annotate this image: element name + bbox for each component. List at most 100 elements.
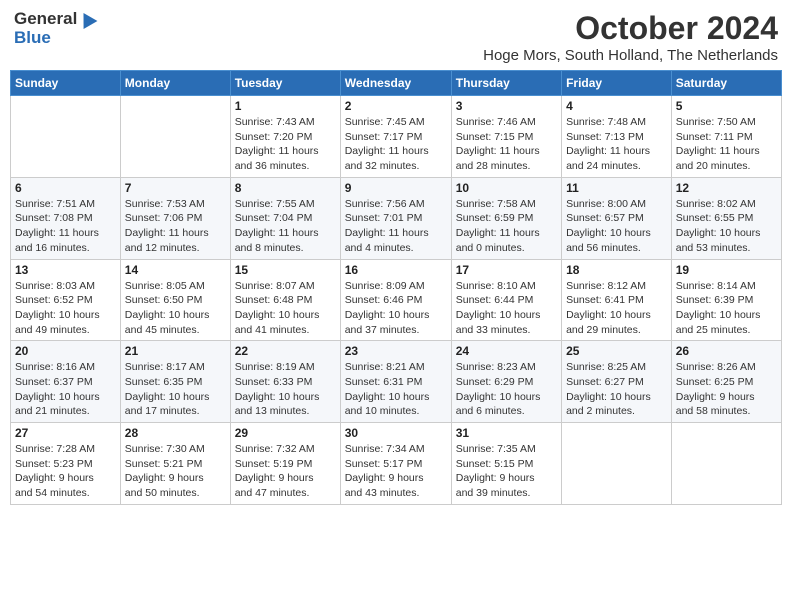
page-header: General Blue October 2024 Hoge Mors, Sou… — [10, 10, 782, 64]
day-info: Sunrise: 8:12 AM Sunset: 6:41 PM Dayligh… — [566, 279, 667, 338]
day-number: 11 — [566, 181, 667, 195]
calendar-cell: 28Sunrise: 7:30 AM Sunset: 5:21 PM Dayli… — [120, 423, 230, 505]
calendar-cell: 19 Sunrise: 8:14 AM Sunset: 6:39 PM Dayli… — [671, 259, 781, 341]
calendar-cell: 31 Sunrise: 7:35 AM Sunset: 5:15 PM Dayli… — [451, 423, 561, 505]
calendar-week-row-3: 13 Sunrise: 8:03 AM Sunset: 6:52 PM Dayli… — [11, 259, 782, 341]
calendar-cell: 12 Sunrise: 8:02 AM Sunset: 6:55 PM Dayli… — [671, 177, 781, 259]
day-number: 4 — [566, 99, 667, 113]
logo: General Blue — [14, 10, 95, 47]
day-number: 8 — [235, 181, 336, 195]
weekday-header-saturday: Saturday — [671, 71, 781, 96]
day-info: Sunrise: 8:16 AM Sunset: 6:37 PM Dayligh… — [15, 360, 116, 419]
calendar-cell: 29 Sunrise: 7:32 AM Sunset: 5:19 PM Dayli… — [230, 423, 340, 505]
calendar-week-row-1: 1Sunrise: 7:43 AM Sunset: 7:20 PM Daylig… — [11, 96, 782, 178]
calendar-cell: 7 Sunrise: 7:53 AM Sunset: 7:06 PM Daylig… — [120, 177, 230, 259]
day-info: Sunrise: 8:07 AM Sunset: 6:48 PM Dayligh… — [235, 279, 336, 338]
day-info: Sunrise: 7:48 AM Sunset: 7:13 PM Dayligh… — [566, 115, 667, 174]
day-info: Sunrise: 7:46 AM Sunset: 7:15 PM Dayligh… — [456, 115, 557, 174]
day-info: Sunrise: 8:05 AM Sunset: 6:50 PM Dayligh… — [125, 279, 226, 338]
day-info: Sunrise: 7:53 AM Sunset: 7:06 PM Dayligh… — [125, 197, 226, 256]
day-number: 29 — [235, 426, 336, 440]
day-number: 27 — [15, 426, 116, 440]
day-info: Sunrise: 8:03 AM Sunset: 6:52 PM Dayligh… — [15, 279, 116, 338]
calendar-cell: 11 Sunrise: 8:00 AM Sunset: 6:57 PM Dayli… — [562, 177, 672, 259]
day-number: 3 — [456, 99, 557, 113]
day-info: Sunrise: 8:17 AM Sunset: 6:35 PM Dayligh… — [125, 360, 226, 419]
calendar-cell: 21 Sunrise: 8:17 AM Sunset: 6:35 PM Dayli… — [120, 341, 230, 423]
day-info: Sunrise: 7:50 AM Sunset: 7:11 PM Dayligh… — [676, 115, 777, 174]
calendar-cell: 2 Sunrise: 7:45 AM Sunset: 7:17 PM Daylig… — [340, 96, 451, 178]
day-number: 30 — [345, 426, 447, 440]
day-number: 26 — [676, 344, 777, 358]
weekday-header-monday: Monday — [120, 71, 230, 96]
weekday-header-tuesday: Tuesday — [230, 71, 340, 96]
weekday-header-friday: Friday — [562, 71, 672, 96]
title-area: October 2024 Hoge Mors, South Holland, T… — [483, 10, 778, 64]
calendar-cell — [11, 96, 121, 178]
day-number: 10 — [456, 181, 557, 195]
calendar-cell: 14 Sunrise: 8:05 AM Sunset: 6:50 PM Dayli… — [120, 259, 230, 341]
day-number: 12 — [676, 181, 777, 195]
calendar-cell: 23 Sunrise: 8:21 AM Sunset: 6:31 PM Dayli… — [340, 341, 451, 423]
day-number: 17 — [456, 263, 557, 277]
calendar-cell: 25Sunrise: 8:25 AM Sunset: 6:27 PM Dayli… — [562, 341, 672, 423]
calendar-cell: 15 Sunrise: 8:07 AM Sunset: 6:48 PM Dayli… — [230, 259, 340, 341]
day-number: 13 — [15, 263, 116, 277]
day-number: 7 — [125, 181, 226, 195]
calendar-cell: 8 Sunrise: 7:55 AM Sunset: 7:04 PM Daylig… — [230, 177, 340, 259]
day-number: 1 — [235, 99, 336, 113]
day-info: Sunrise: 8:02 AM Sunset: 6:55 PM Dayligh… — [676, 197, 777, 256]
day-info: Sunrise: 8:21 AM Sunset: 6:31 PM Dayligh… — [345, 360, 447, 419]
calendar-cell: 13 Sunrise: 8:03 AM Sunset: 6:52 PM Dayli… — [11, 259, 121, 341]
day-info: Sunrise: 8:14 AM Sunset: 6:39 PM Dayligh… — [676, 279, 777, 338]
day-info: Sunrise: 7:35 AM Sunset: 5:15 PM Dayligh… — [456, 442, 557, 501]
calendar-week-row-2: 6Sunrise: 7:51 AM Sunset: 7:08 PM Daylig… — [11, 177, 782, 259]
day-number: 14 — [125, 263, 226, 277]
day-info: Sunrise: 8:00 AM Sunset: 6:57 PM Dayligh… — [566, 197, 667, 256]
day-info: Sunrise: 8:10 AM Sunset: 6:44 PM Dayligh… — [456, 279, 557, 338]
logo-blue-text: Blue — [14, 29, 51, 48]
day-info: Sunrise: 7:45 AM Sunset: 7:17 PM Dayligh… — [345, 115, 447, 174]
calendar-cell: 24 Sunrise: 8:23 AM Sunset: 6:29 PM Dayli… — [451, 341, 561, 423]
day-info: Sunrise: 7:58 AM Sunset: 6:59 PM Dayligh… — [456, 197, 557, 256]
day-info: Sunrise: 7:34 AM Sunset: 5:17 PM Dayligh… — [345, 442, 447, 501]
day-number: 21 — [125, 344, 226, 358]
weekday-header-row: SundayMondayTuesdayWednesdayThursdayFrid… — [11, 71, 782, 96]
weekday-header-wednesday: Wednesday — [340, 71, 451, 96]
day-number: 20 — [15, 344, 116, 358]
calendar-week-row-4: 20 Sunrise: 8:16 AM Sunset: 6:37 PM Dayli… — [11, 341, 782, 423]
month-title: October 2024 — [483, 10, 778, 47]
calendar-cell: 5 Sunrise: 7:50 AM Sunset: 7:11 PM Daylig… — [671, 96, 781, 178]
day-info: Sunrise: 7:56 AM Sunset: 7:01 PM Dayligh… — [345, 197, 447, 256]
day-info: Sunrise: 8:09 AM Sunset: 6:46 PM Dayligh… — [345, 279, 447, 338]
day-info: Sunrise: 7:28 AM Sunset: 5:23 PM Dayligh… — [15, 442, 116, 501]
day-info: Sunrise: 7:32 AM Sunset: 5:19 PM Dayligh… — [235, 442, 336, 501]
calendar-cell — [120, 96, 230, 178]
day-number: 31 — [456, 426, 557, 440]
location-title: Hoge Mors, South Holland, The Netherland… — [483, 47, 778, 64]
calendar-cell: 30 Sunrise: 7:34 AM Sunset: 5:17 PM Dayli… — [340, 423, 451, 505]
day-number: 15 — [235, 263, 336, 277]
calendar-cell: 9Sunrise: 7:56 AM Sunset: 7:01 PM Daylig… — [340, 177, 451, 259]
day-number: 19 — [676, 263, 777, 277]
day-info: Sunrise: 8:19 AM Sunset: 6:33 PM Dayligh… — [235, 360, 336, 419]
day-info: Sunrise: 7:30 AM Sunset: 5:21 PM Dayligh… — [125, 442, 226, 501]
calendar-cell: 20 Sunrise: 8:16 AM Sunset: 6:37 PM Dayli… — [11, 341, 121, 423]
weekday-header-thursday: Thursday — [451, 71, 561, 96]
calendar-cell: 27 Sunrise: 7:28 AM Sunset: 5:23 PM Dayli… — [11, 423, 121, 505]
day-number: 2 — [345, 99, 447, 113]
calendar-cell: 1Sunrise: 7:43 AM Sunset: 7:20 PM Daylig… — [230, 96, 340, 178]
day-number: 24 — [456, 344, 557, 358]
calendar-cell: 17 Sunrise: 8:10 AM Sunset: 6:44 PM Dayli… — [451, 259, 561, 341]
logo-triangle-icon — [77, 9, 98, 29]
day-info: Sunrise: 7:55 AM Sunset: 7:04 PM Dayligh… — [235, 197, 336, 256]
day-number: 22 — [235, 344, 336, 358]
day-number: 18 — [566, 263, 667, 277]
day-number: 23 — [345, 344, 447, 358]
logo-general-text: General — [14, 10, 77, 29]
day-number: 5 — [676, 99, 777, 113]
calendar-cell: 22 Sunrise: 8:19 AM Sunset: 6:33 PM Dayli… — [230, 341, 340, 423]
day-info: Sunrise: 7:51 AM Sunset: 7:08 PM Dayligh… — [15, 197, 116, 256]
day-info: Sunrise: 8:23 AM Sunset: 6:29 PM Dayligh… — [456, 360, 557, 419]
calendar-cell: 26Sunrise: 8:26 AM Sunset: 6:25 PM Dayli… — [671, 341, 781, 423]
